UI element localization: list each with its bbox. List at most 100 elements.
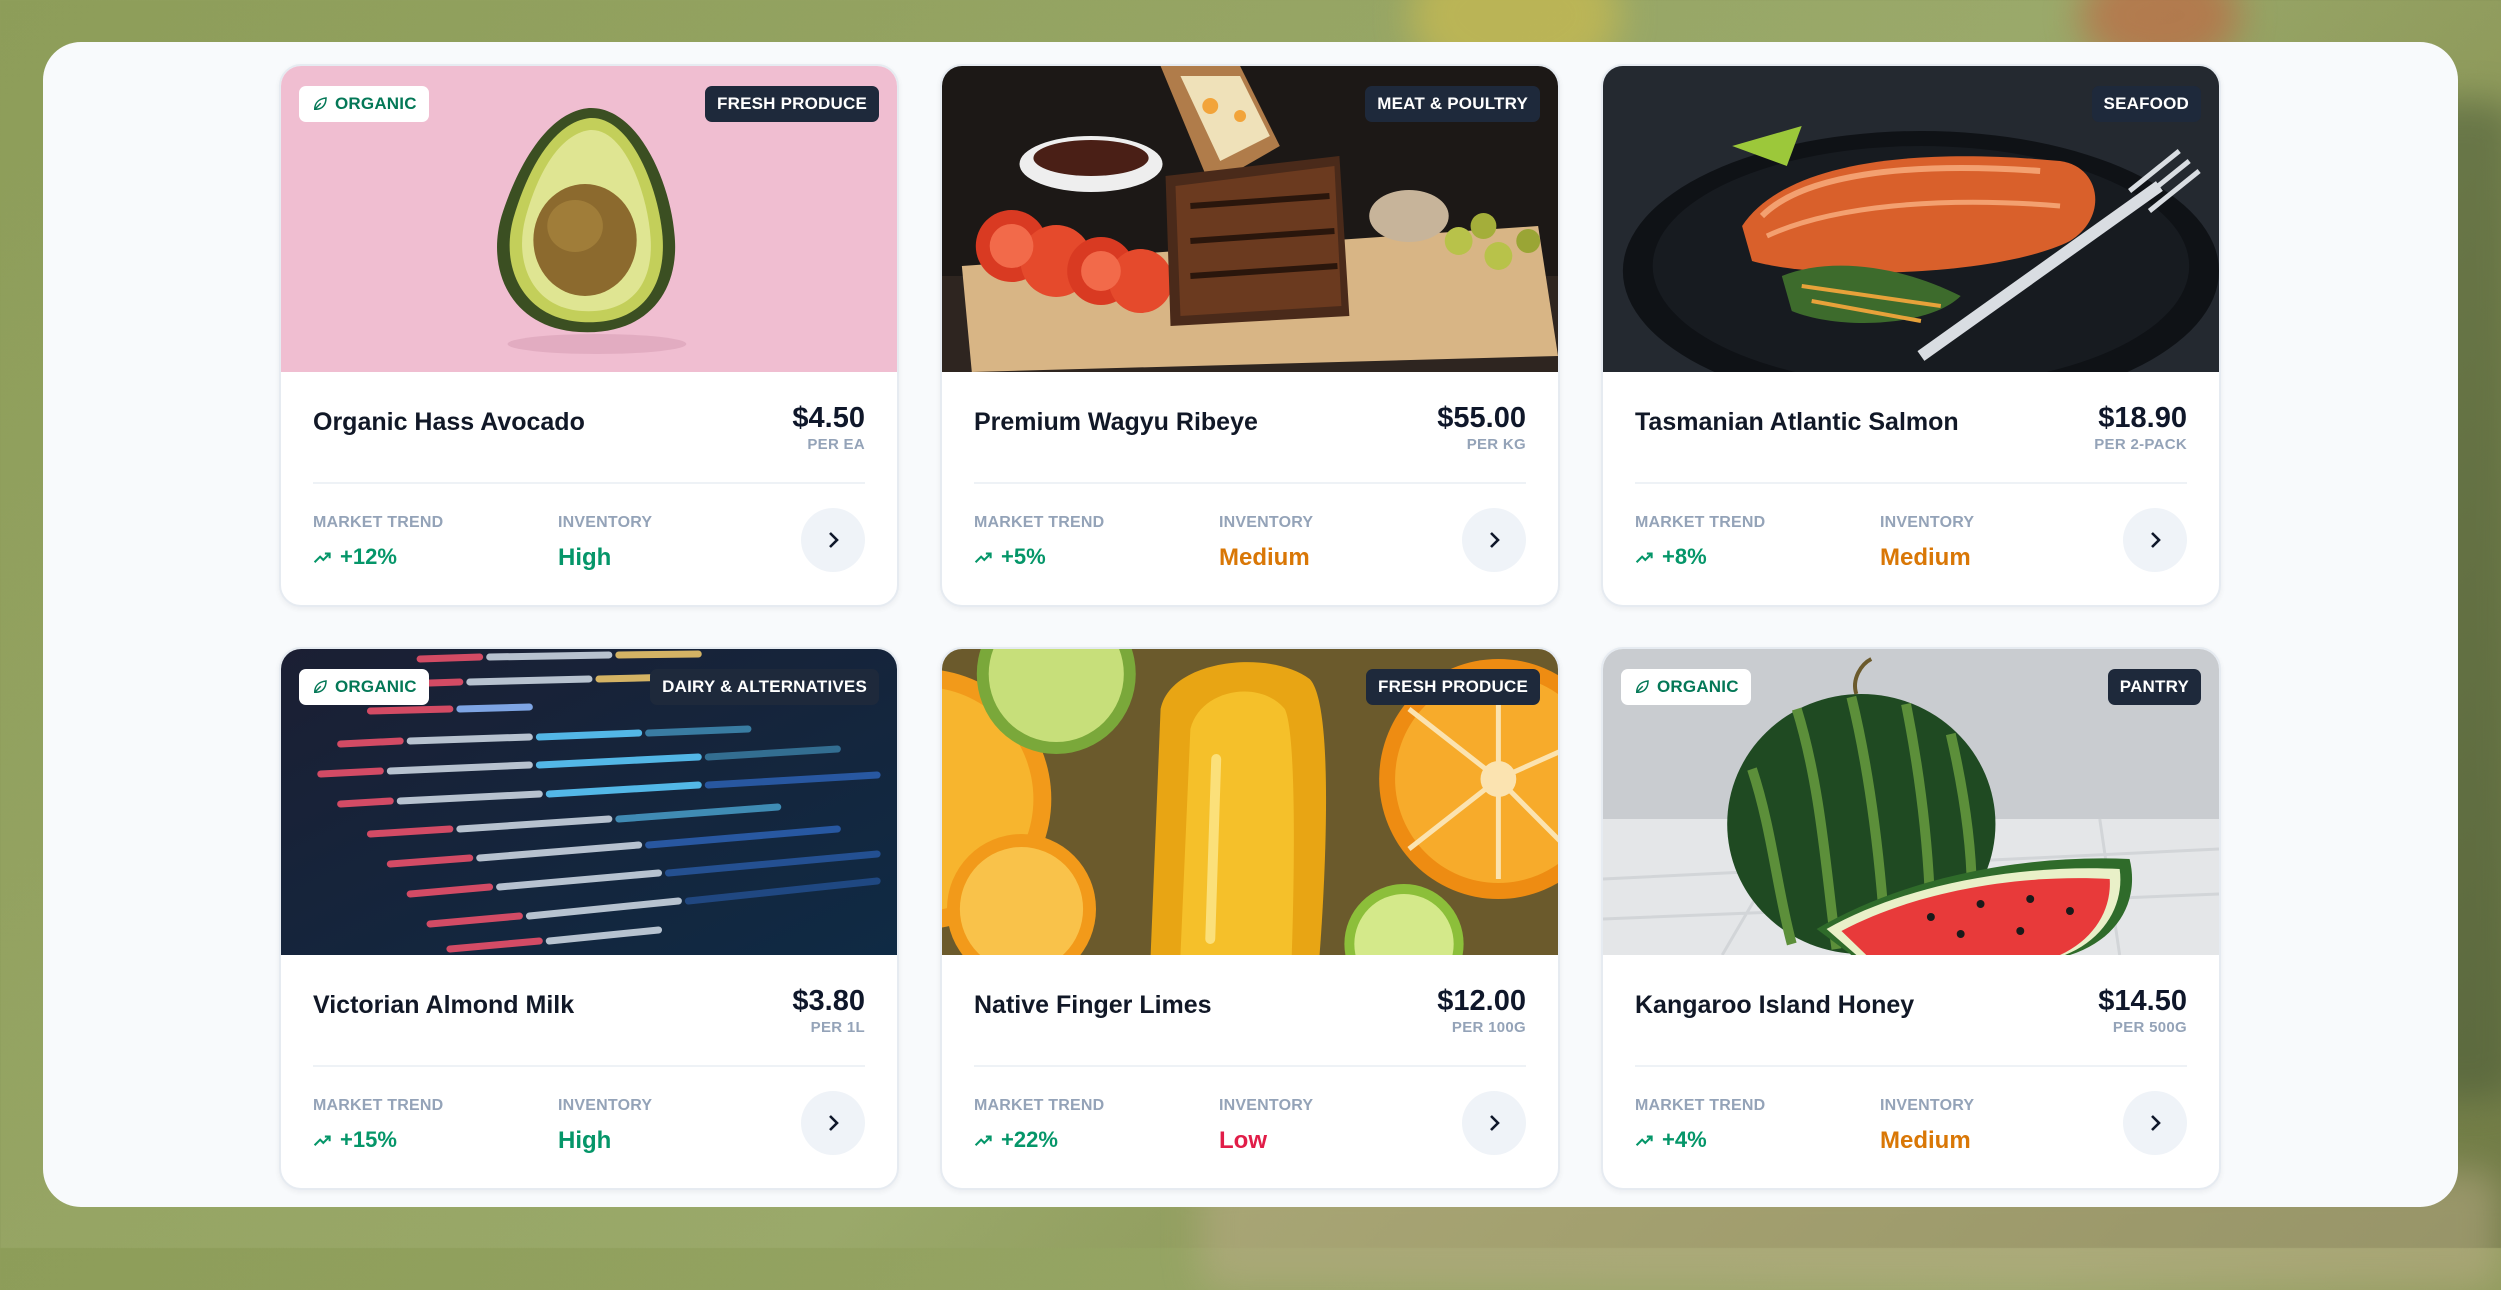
chevron-right-icon [829,532,839,548]
inventory-value: Medium [1880,1127,1971,1154]
market-trend-value: +5% [974,544,1046,570]
product-grid: ORGANIC FRESH PRODUCE Organic Hass Avoca… [279,64,2222,1190]
product-image: ORGANIC FRESH PRODUCE [281,66,897,372]
divider [313,482,865,484]
trending-up-icon [974,552,992,563]
leaf-icon [313,680,327,693]
product-price: $3.80 [792,985,865,1017]
organic-badge: ORGANIC [299,669,429,705]
product-panel: ORGANIC FRESH PRODUCE Organic Hass Avoca… [43,42,2458,1207]
product-card[interactable]: MEAT & POULTRY Premium Wagyu Ribeye $55.… [940,64,1560,607]
category-badge: DAIRY & ALTERNATIVES [650,669,879,705]
category-badge: FRESH PRODUCE [705,86,879,122]
category-badge: MEAT & POULTRY [1365,86,1540,122]
product-card[interactable]: ORGANIC FRESH PRODUCE Organic Hass Avoca… [279,64,899,607]
inventory-label: INVENTORY [1880,1097,1975,1114]
product-card[interactable]: ORGANIC DAIRY & ALTERNATIVES Victorian A… [279,647,899,1190]
chevron-right-icon [829,1115,839,1131]
inventory-value: Medium [1219,544,1310,571]
market-trend-label: MARKET TREND [974,1097,1105,1114]
organic-badge: ORGANIC [299,86,429,122]
leaf-icon [313,97,327,110]
chevron-right-icon [1490,1115,1500,1131]
trend-percent: +5% [1001,544,1046,569]
organic-badge: ORGANIC [1621,669,1751,705]
organic-label: ORGANIC [335,677,417,696]
trending-up-icon [1635,552,1653,563]
product-name: Victorian Almond Milk [313,991,575,1019]
inventory-value: Low [1219,1127,1267,1154]
product-name: Native Finger Limes [974,991,1212,1019]
market-trend-label: MARKET TREND [1635,1097,1766,1114]
market-trend-label: MARKET TREND [1635,514,1766,531]
product-name: Organic Hass Avocado [313,408,585,436]
product-image: FRESH PRODUCE [942,649,1558,955]
view-product-button[interactable] [801,508,865,572]
inventory-label: INVENTORY [1219,514,1314,531]
product-card[interactable]: SEAFOOD Tasmanian Atlantic Salmon $18.90… [1601,64,2221,607]
product-image: MEAT & POULTRY [942,66,1558,372]
product-price: $4.50 [792,402,865,434]
product-price: $12.00 [1437,985,1526,1017]
market-trend-label: MARKET TREND [313,514,444,531]
view-product-button[interactable] [2123,1091,2187,1155]
inventory-label: INVENTORY [558,514,653,531]
market-trend-value: +12% [313,544,397,570]
product-price: $18.90 [2098,402,2187,434]
product-image: ORGANIC DAIRY & ALTERNATIVES [281,649,897,955]
divider [1635,482,2187,484]
market-trend-value: +8% [1635,544,1707,570]
divider [1635,1065,2187,1067]
price-unit: PER 500G [2112,1019,2187,1036]
product-image: ORGANIC PANTRY [1603,649,2219,955]
trend-percent: +12% [340,544,397,569]
product-image: SEAFOOD [1603,66,2219,372]
view-product-button[interactable] [2123,508,2187,572]
inventory-value: High [558,544,612,571]
view-product-button[interactable] [801,1091,865,1155]
leaf-icon [1635,680,1649,693]
organic-label: ORGANIC [1657,677,1739,696]
inventory-label: INVENTORY [1880,514,1975,531]
chevron-right-icon [2151,1115,2161,1131]
product-card[interactable]: FRESH PRODUCE Native Finger Limes $12.00… [940,647,1560,1190]
price-unit: PER 1L [810,1019,865,1036]
product-name: Tasmanian Atlantic Salmon [1635,408,1959,436]
organic-label: ORGANIC [335,94,417,113]
trending-up-icon [974,1135,992,1146]
price-unit: PER KG [1466,436,1526,453]
view-product-button[interactable] [1462,1091,1526,1155]
product-price: $14.50 [2098,985,2187,1017]
market-trend-label: MARKET TREND [313,1097,444,1114]
trending-up-icon [1635,1135,1653,1146]
trend-percent: +4% [1662,1127,1707,1152]
trend-percent: +15% [340,1127,397,1152]
product-name: Premium Wagyu Ribeye [974,408,1258,436]
view-product-button[interactable] [1462,508,1526,572]
price-unit: PER EA [807,436,865,453]
market-trend-value: +22% [974,1127,1058,1153]
trend-percent: +22% [1001,1127,1058,1152]
divider [313,1065,865,1067]
divider [974,482,1526,484]
market-trend-value: +15% [313,1127,397,1153]
market-trend-value: +4% [1635,1127,1707,1153]
divider [974,1065,1526,1067]
price-unit: PER 100G [1451,1019,1526,1036]
product-name: Kangaroo Island Honey [1635,991,1915,1019]
inventory-label: INVENTORY [558,1097,653,1114]
product-card[interactable]: ORGANIC PANTRY Kangaroo Island Honey $14… [1601,647,2221,1190]
inventory-value: High [558,1127,612,1154]
category-badge: FRESH PRODUCE [1366,669,1540,705]
product-price: $55.00 [1437,402,1526,434]
market-trend-label: MARKET TREND [974,514,1105,531]
category-badge: PANTRY [2107,669,2201,705]
chevron-right-icon [1490,532,1500,548]
trend-percent: +8% [1662,544,1707,569]
inventory-value: Medium [1880,544,1971,571]
chevron-right-icon [2151,532,2161,548]
trending-up-icon [313,1135,331,1146]
price-unit: PER 2-PACK [2094,436,2187,453]
trending-up-icon [313,552,331,563]
inventory-label: INVENTORY [1219,1097,1314,1114]
